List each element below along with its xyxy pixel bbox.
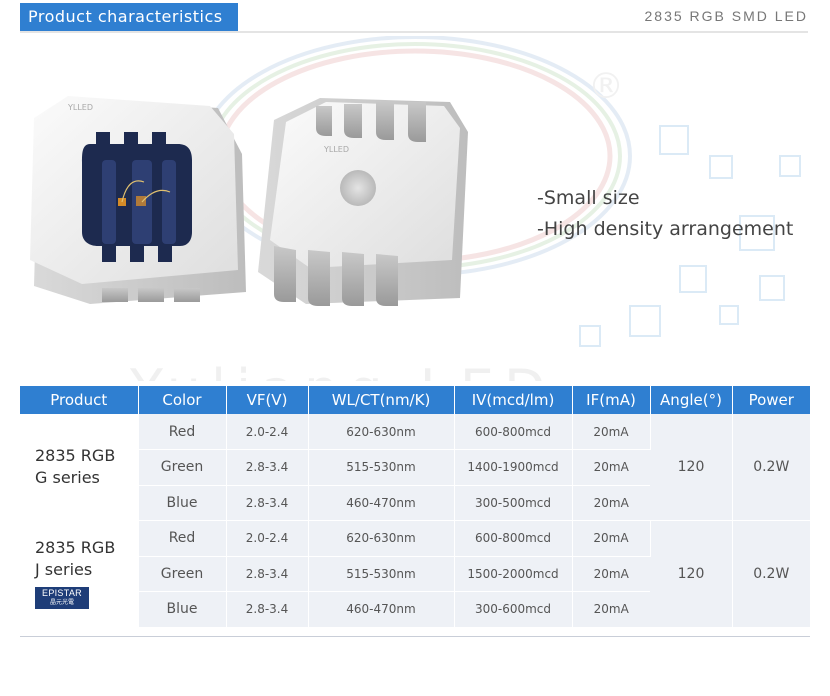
table-header-row: Product Color VF(V) WL/CT(nm/K) IV(mcd/l… [20, 386, 810, 414]
vf-cell: 2.0-2.4 [226, 520, 309, 557]
wl-cell: 620-630nm [308, 414, 455, 450]
led-front-view: YLLED [30, 96, 246, 304]
if-cell: 20mA [572, 520, 651, 557]
product-name: 2835 RGB [35, 446, 116, 465]
product-cell: 2835 RGB J series EPISTAR 晶元光電 [20, 520, 139, 628]
spec-table: Product Color VF(V) WL/CT(nm/K) IV(mcd/l… [20, 386, 810, 628]
feature-list: -Small size -High density arrangement [537, 183, 793, 245]
wl-cell: 620-630nm [308, 520, 455, 557]
led-marking-front: YLLED [67, 103, 93, 112]
color-cell: Red [138, 414, 227, 450]
color-cell: Blue [138, 591, 227, 628]
product-title: 2835 RGB SMD LED [644, 8, 808, 24]
epistar-logo-subtext: 晶元光電 [49, 599, 74, 607]
angle-cell: 120 [650, 520, 733, 628]
registered-mark: ® [588, 66, 624, 107]
epistar-logo-text: EPISTAR [42, 588, 82, 599]
header-if: IF(mA) [572, 386, 651, 414]
product-name: 2835 RGB [35, 538, 116, 558]
led-marking-back: YLLED [323, 145, 349, 154]
iv-cell: 1500-2000mcd [454, 556, 573, 592]
power-cell: 0.2W [732, 520, 810, 628]
vf-cell: 2.8-3.4 [226, 449, 309, 486]
iv-cell: 600-800mcd [454, 520, 573, 557]
header-divider [20, 31, 808, 33]
if-cell: 20mA [572, 556, 650, 592]
color-cell: Blue [138, 485, 227, 521]
header-vf: VF(V) [226, 386, 309, 414]
if-cell: 20mA [572, 485, 650, 521]
wl-cell: 515-530nm [308, 556, 455, 592]
iv-cell: 300-500mcd [454, 485, 573, 521]
epistar-logo: EPISTAR 晶元光電 [35, 587, 89, 610]
iv-cell: 600-800mcd [454, 414, 573, 450]
header-power: Power [732, 386, 810, 414]
section-label-tag: Product characteristics [20, 3, 238, 31]
led-back-view: YLLED [258, 98, 468, 306]
iv-cell: 1400-1900mcd [454, 449, 573, 486]
wl-cell: 515-530nm [308, 449, 455, 486]
feature-item: -Small size [537, 187, 640, 209]
iv-cell: 300-600mcd [454, 591, 573, 628]
header-product: Product [20, 386, 139, 414]
section-label: Product characteristics [28, 7, 223, 26]
color-cell: Green [138, 556, 227, 592]
product-cell: 2835 RGB G series [20, 414, 139, 521]
vf-cell: 2.8-3.4 [226, 485, 309, 521]
table-bottom-divider [20, 636, 810, 637]
feature-item: -High density arrangement [537, 218, 794, 240]
wl-cell: 460-470nm [308, 591, 455, 628]
brand-watermark: Yuliang LED [130, 358, 556, 381]
vf-cell: 2.8-3.4 [226, 556, 309, 592]
header-wl: WL/CT(nm/K) [308, 386, 455, 414]
wl-cell: 460-470nm [308, 485, 455, 521]
if-cell: 20mA [572, 449, 650, 486]
vf-cell: 2.0-2.4 [226, 414, 309, 450]
product-series: G series [35, 468, 100, 487]
table-row: 2835 RGB G series Red 2.0-2.4 620-630nm … [20, 414, 810, 521]
color-cell: Green [138, 449, 227, 486]
if-cell: 20mA [572, 414, 651, 450]
table-row: 2835 RGB J series EPISTAR 晶元光電 Red 2.0-2… [20, 520, 810, 628]
product-series: J series [35, 560, 93, 580]
if-cell: 20mA [572, 591, 650, 628]
vf-cell: 2.8-3.4 [226, 591, 309, 628]
header-angle: Angle(°) [650, 386, 733, 414]
header-iv: IV(mcd/lm) [454, 386, 573, 414]
power-cell: 0.2W [732, 414, 810, 521]
header-color: Color [138, 386, 227, 414]
angle-cell: 120 [650, 414, 733, 521]
color-cell: Red [138, 520, 227, 557]
